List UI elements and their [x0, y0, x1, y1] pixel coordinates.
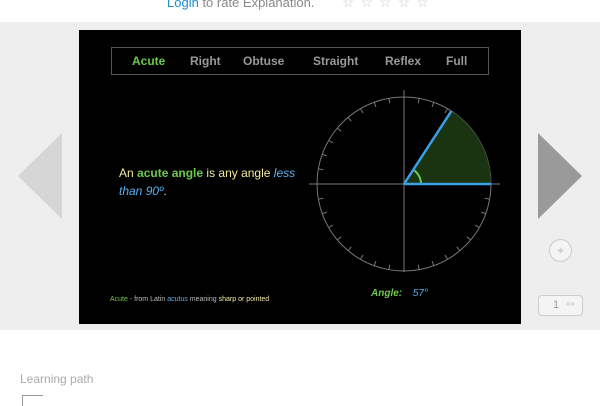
dial-tick: [318, 197, 324, 200]
dial-tick: [474, 224, 480, 228]
tab-straight[interactable]: Straight: [313, 54, 358, 68]
dial-tick: [456, 246, 461, 251]
angle-stage: Acute Right Obtuse Straight Reflex Full …: [79, 30, 521, 324]
dial-tick: [388, 98, 391, 104]
pagination-box[interactable]: 1 »»: [538, 295, 583, 316]
pagination-arrows: »»: [566, 299, 575, 308]
desc-term: acute angle: [137, 166, 204, 180]
dial-tick: [360, 108, 364, 114]
dial-tick: [431, 260, 435, 266]
tab-full[interactable]: Full: [446, 54, 467, 68]
dial-tick: [373, 260, 377, 266]
dial-tick: [444, 254, 448, 260]
note-latin: acutus: [167, 296, 188, 303]
dial-tick: [347, 117, 352, 122]
rating-bar: Login to rate Explanation. ☆☆☆☆☆: [0, 0, 600, 22]
dial-tick: [373, 102, 377, 108]
dial-tick: [322, 153, 328, 157]
note-word: Acute: [110, 296, 128, 303]
rate-text: to rate Explanation.: [202, 0, 315, 10]
tab-reflex[interactable]: Reflex: [385, 54, 421, 68]
angle-type-tabs: Acute Right Obtuse Straight Reflex Full: [111, 47, 489, 75]
path-icon[interactable]: [22, 395, 43, 406]
note-from: - from Latin: [129, 296, 166, 303]
tab-right[interactable]: Right: [190, 54, 221, 68]
desc-prefix: An: [119, 166, 134, 180]
dial-tick: [484, 197, 490, 200]
dial-tick: [322, 211, 328, 215]
etymology-note: Acute - from Latin acutus meaning sharp …: [110, 296, 269, 303]
dial-tick: [480, 211, 486, 215]
tab-obtuse[interactable]: Obtuse: [243, 54, 284, 68]
dial-tick: [337, 236, 342, 241]
angle-readout: Angle: 57°: [371, 288, 428, 299]
dial-tick: [347, 246, 352, 251]
dial-tick: [318, 168, 324, 171]
desc-end: .: [163, 184, 167, 198]
angle-value: 57°: [412, 288, 429, 299]
desc-middle: is any angle: [206, 166, 271, 180]
dial-tick: [417, 264, 420, 270]
tab-acute[interactable]: Acute: [132, 54, 165, 68]
arrow-right-icon[interactable]: [538, 133, 582, 219]
angle-dial[interactable]: [309, 90, 509, 290]
dial-tick: [417, 98, 420, 104]
rating-stars[interactable]: ☆☆☆☆☆: [342, 0, 435, 11]
dial-tick: [431, 102, 435, 108]
dial-tick: [466, 236, 471, 241]
dial-tick: [388, 264, 391, 270]
dial-tick: [337, 127, 342, 132]
learning-path-label: Learning path: [20, 372, 94, 386]
arrow-left-icon[interactable]: [18, 133, 62, 219]
note-meaning-label: meaning: [189, 296, 217, 303]
rate-line: Login to rate Explanation.: [167, 0, 314, 10]
angle-description: An acute angle is any angle less than 90…: [119, 164, 304, 200]
angle-label: Angle:: [371, 288, 403, 299]
dial-tick: [328, 140, 334, 144]
dial-tick: [360, 254, 364, 260]
note-meaning: sharp or pointed: [218, 296, 270, 303]
page-number: 1: [553, 299, 560, 311]
login-link[interactable]: Login: [167, 0, 199, 10]
dial-tick: [444, 108, 448, 114]
dial-tick: [328, 224, 334, 228]
crosshair-icon[interactable]: ⌖: [549, 239, 572, 262]
